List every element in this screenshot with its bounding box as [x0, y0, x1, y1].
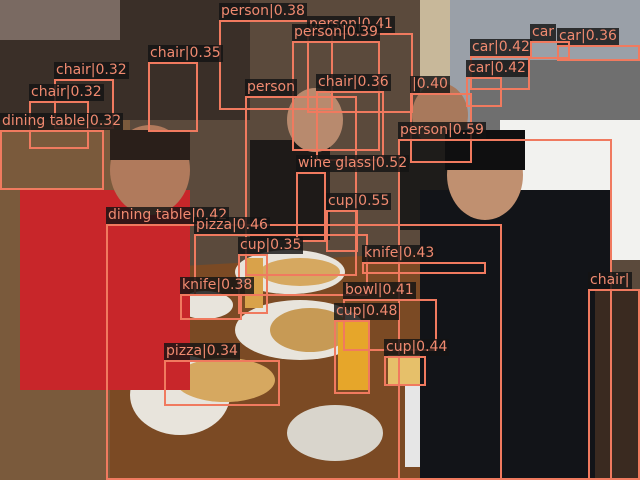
- detection-label: pizza|0.34: [164, 343, 240, 360]
- detection-dining-table-1: dining table|0.32: [0, 113, 124, 190]
- detection-label: chair|0.32: [29, 84, 104, 101]
- detection-label: person|0.59: [398, 122, 486, 139]
- detection-label: wine glass|0.52: [296, 155, 410, 172]
- detection-chair-1: chair|0.35: [148, 45, 223, 132]
- detection-label: chair|0.32: [54, 62, 129, 79]
- detection-label: cup|0.48: [334, 303, 400, 320]
- detection-label: pizza|0.46: [194, 217, 270, 234]
- detection-label: |0.40: [410, 76, 450, 93]
- detection-label: car: [530, 24, 557, 41]
- detection-car-2: car|0.42: [466, 60, 528, 107]
- detection-label: person|0.39: [292, 24, 380, 41]
- detection-label: car|0.42: [466, 60, 528, 77]
- detection-label: chair|: [588, 272, 632, 289]
- detection-label: knife|0.38: [180, 277, 255, 294]
- detection-knife-1: knife|0.43: [362, 245, 486, 274]
- detection-label: person|0.38: [219, 3, 307, 20]
- detection-label: cup|0.44: [384, 339, 450, 356]
- detection-label: dining table|0.32: [0, 113, 124, 130]
- detection-label: person: [245, 79, 297, 96]
- detection-label: car|0.42: [470, 39, 532, 56]
- detection-chair-5: chair|: [588, 272, 640, 480]
- detection-label: cup|0.35: [238, 237, 304, 254]
- detection-chair-4: chair|0.36: [316, 74, 391, 161]
- detection-car-4: car: [530, 24, 570, 59]
- detection-label: knife|0.43: [362, 245, 437, 262]
- detection-label: cup|0.55: [326, 193, 392, 210]
- detection-label: bowl|0.41: [343, 282, 416, 299]
- detection-label: chair|0.36: [316, 74, 391, 91]
- detection-pizza-2: pizza|0.34: [164, 343, 280, 406]
- detection-cup-3: cup|0.48: [334, 303, 400, 394]
- detection-label: chair|0.35: [148, 45, 223, 62]
- annotated-photo: person|0.38 person|0.41 person|0.39 chai…: [0, 0, 640, 480]
- detection-cup-4: cup|0.44: [384, 339, 450, 386]
- detection-knife-2: knife|0.38: [180, 277, 255, 320]
